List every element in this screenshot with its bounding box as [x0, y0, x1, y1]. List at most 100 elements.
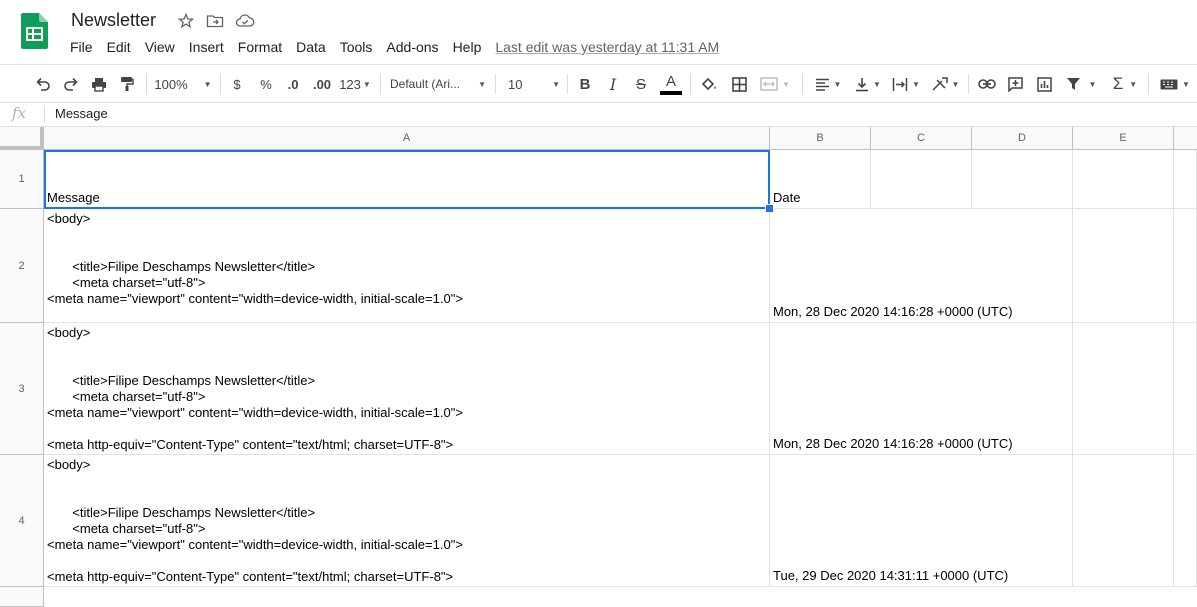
formula-divider — [44, 107, 45, 123]
horizontal-align-icon[interactable]: ▼ — [810, 65, 846, 103]
undo-icon[interactable] — [32, 65, 54, 103]
chevron-down-icon: ▼ — [1182, 79, 1190, 89]
cell-e1[interactable] — [1073, 150, 1174, 209]
chevron-down-icon: ▼ — [203, 79, 212, 89]
spreadsheet-grid: A B C D E 1 Message Date 2 <body> <title… — [0, 127, 1197, 607]
cell-a1[interactable]: Message — [44, 150, 770, 209]
text-rotation-icon[interactable]: ▼ — [928, 65, 962, 103]
menu-help[interactable]: Help — [446, 37, 489, 57]
menu-tools[interactable]: Tools — [333, 37, 380, 57]
cell-e2[interactable] — [1073, 209, 1174, 323]
cloud-saved-icon[interactable] — [235, 11, 255, 31]
redo-icon[interactable] — [60, 65, 82, 103]
cell-f3[interactable] — [1174, 323, 1197, 455]
bold-button[interactable]: B — [575, 65, 595, 103]
menu-add-ons[interactable]: Add-ons — [379, 37, 445, 57]
cell-f4[interactable] — [1174, 455, 1197, 587]
chevron-down-icon: ▼ — [873, 79, 881, 89]
text-color-button[interactable]: A — [659, 65, 683, 103]
sheets-logo-icon[interactable] — [21, 13, 48, 49]
decrease-decimal-label: .0 — [287, 76, 299, 92]
row-header-3[interactable]: 3 — [0, 323, 44, 455]
increase-decimal-label: .00 — [312, 76, 332, 92]
toolbar: 100% ▼ $ % .0 .00 123 ▼ Default (Ari... ▼ 1… — [0, 64, 1197, 103]
chevron-down-icon: ▼ — [362, 79, 371, 89]
text-color-label: A — [665, 72, 676, 90]
text-wrapping-icon[interactable]: ▼ — [889, 65, 923, 103]
column-header-a[interactable]: A — [44, 127, 770, 150]
insert-comment-icon[interactable] — [1004, 65, 1026, 103]
italic-button[interactable]: I — [603, 65, 623, 103]
cell-b1[interactable]: Date — [770, 150, 871, 209]
insert-link-icon[interactable] — [976, 65, 998, 103]
move-folder-icon[interactable] — [205, 11, 225, 31]
column-header-d[interactable]: D — [972, 127, 1073, 150]
menu-view[interactable]: View — [138, 37, 182, 57]
functions-icon[interactable]: Σ ▼ — [1108, 65, 1142, 103]
cell-e4[interactable] — [1073, 455, 1174, 587]
filter-icon[interactable]: ▼ — [1062, 65, 1100, 103]
cell-a2-text: <body> <title>Filipe Deschamps Newslette… — [47, 211, 463, 306]
chevron-down-icon: ▼ — [1088, 79, 1097, 89]
zoom-value: 100% — [154, 76, 188, 92]
column-header-e[interactable]: E — [1073, 127, 1174, 150]
fx-icon: fx — [12, 104, 27, 122]
currency-format-button[interactable]: $ — [228, 65, 246, 103]
cell-a2[interactable]: <body> <title>Filipe Deschamps Newslette… — [44, 209, 770, 323]
cell-b3[interactable]: Mon, 28 Dec 2020 14:16:28 +0000 (UTC) — [770, 323, 1073, 455]
cell-d1[interactable] — [972, 150, 1073, 209]
chevron-down-icon: ▼ — [478, 79, 486, 89]
menu-edit[interactable]: Edit — [100, 37, 138, 57]
more-formats-label: 123 — [339, 76, 361, 92]
font-size-value: 10 — [508, 76, 523, 92]
borders-icon[interactable] — [728, 65, 750, 103]
increase-decimal-button[interactable]: .00 — [310, 65, 334, 103]
percent-format-button[interactable]: % — [256, 65, 276, 103]
menu-data[interactable]: Data — [289, 37, 333, 57]
font-size-select[interactable]: 10 ▼ — [504, 65, 560, 103]
zoom-select[interactable]: 100% ▼ — [152, 65, 214, 103]
font-family-select[interactable]: Default (Ari... ▼ — [390, 65, 486, 103]
cell-b4[interactable]: Tue, 29 Dec 2020 14:31:11 +0000 (UTC) — [770, 455, 1073, 587]
print-icon[interactable] — [88, 65, 110, 103]
menu-file[interactable]: File — [63, 37, 100, 57]
document-title[interactable]: Newsletter — [71, 10, 156, 31]
chevron-down-icon: ▼ — [833, 79, 842, 89]
row-header-4[interactable]: 4 — [0, 455, 44, 587]
star-icon[interactable] — [176, 11, 196, 31]
column-header-b[interactable]: B — [770, 127, 871, 150]
cell-c1[interactable] — [871, 150, 972, 209]
row-header-1[interactable]: 1 — [0, 150, 44, 209]
cell-b1-text: Date — [773, 190, 801, 205]
cell-a3[interactable]: <body> <title>Filipe Deschamps Newslette… — [44, 323, 770, 455]
cell-a4-text: <body> <title>Filipe Deschamps Newslette… — [47, 457, 463, 584]
chevron-down-icon: ▼ — [1129, 79, 1138, 89]
merge-cells-icon[interactable]: ▼ — [757, 65, 793, 103]
cell-a4[interactable]: <body> <title>Filipe Deschamps Newslette… — [44, 455, 770, 587]
more-formats-select[interactable]: 123 ▼ — [339, 65, 371, 103]
cell-e3[interactable] — [1073, 323, 1174, 455]
strikethrough-button[interactable]: S — [631, 65, 651, 103]
input-tools-icon[interactable]: ▼ — [1156, 65, 1194, 103]
menu-insert[interactable]: Insert — [182, 37, 231, 57]
cell-a1-text: Message — [47, 190, 100, 205]
vertical-align-icon[interactable]: ▼ — [852, 65, 884, 103]
last-edit-link[interactable]: Last edit was yesterday at 11:31 AM — [495, 39, 719, 55]
paint-format-icon[interactable] — [116, 65, 138, 103]
cell-f1[interactable] — [1174, 150, 1197, 209]
select-all-corner[interactable] — [0, 127, 44, 150]
column-header-c[interactable]: C — [871, 127, 972, 150]
fill-color-icon[interactable] — [698, 65, 720, 103]
cell-f2[interactable] — [1174, 209, 1197, 323]
font-family-value: Default (Ari... — [390, 77, 461, 91]
menu-format[interactable]: Format — [231, 37, 289, 57]
row-header-5[interactable] — [0, 587, 44, 607]
cell-b2[interactable]: Mon, 28 Dec 2020 14:16:28 +0000 (UTC) — [770, 209, 1073, 323]
column-header-f[interactable] — [1174, 127, 1197, 150]
cell-b2-text: Mon, 28 Dec 2020 14:16:28 +0000 (UTC) — [773, 304, 1013, 319]
row-header-2[interactable]: 2 — [0, 209, 44, 323]
fill-handle[interactable] — [765, 204, 774, 213]
formula-input[interactable]: Message — [55, 106, 108, 121]
decrease-decimal-button[interactable]: .0 — [283, 65, 303, 103]
insert-chart-icon[interactable] — [1033, 65, 1055, 103]
